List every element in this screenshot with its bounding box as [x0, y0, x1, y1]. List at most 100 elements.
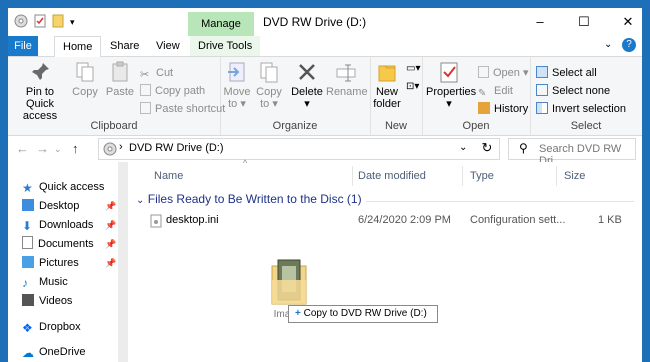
copy-icon [76, 62, 94, 82]
table-row[interactable]: desktop.ini 6/24/2020 2:09 PM Configurat… [150, 212, 640, 230]
nav-label: Downloads [39, 219, 94, 231]
forward-arrow-icon[interactable]: → [36, 141, 49, 156]
file-size: 1 KB [598, 214, 622, 226]
paste-shortcut-button[interactable]: Paste shortcut [140, 101, 225, 117]
select-all-button[interactable]: Select all [536, 65, 597, 81]
drive-icon [103, 142, 117, 156]
collapse-ribbon-icon[interactable]: ⌄ [604, 39, 612, 50]
column-header-date-modified[interactable]: Date modified [358, 164, 426, 188]
file-name: desktop.ini [166, 214, 219, 226]
file-list: ^ Name Date modified Type Size ⌄ Files R… [128, 158, 642, 362]
new-item-icon[interactable]: ▭▾ [406, 63, 420, 74]
pin-icon: 📌 [105, 201, 117, 211]
paste-button[interactable]: Paste [102, 61, 138, 98]
tab-view[interactable]: View [148, 36, 188, 56]
pin-icon: 📌 [105, 239, 117, 249]
nav-item-onedrive[interactable]: ☁ OneDrive [22, 343, 85, 361]
documents-icon [22, 236, 33, 249]
properties-qat-icon[interactable] [34, 14, 46, 31]
nav-item-videos[interactable]: Videos [22, 292, 72, 310]
address-bar[interactable]: › DVD RW Drive (D:) ⌄ [98, 138, 500, 160]
search-input[interactable]: ⚲ Search DVD RW Dri... [508, 138, 636, 167]
column-header-name[interactable]: Name [154, 164, 183, 188]
copy-path-icon [140, 84, 151, 96]
paste-shortcut-label: Paste shortcut [155, 103, 226, 115]
edit-icon: ✎ [478, 88, 487, 99]
manage-tab[interactable]: Manage [188, 12, 254, 36]
pin-icon [32, 63, 49, 80]
help-icon[interactable]: ? [622, 38, 636, 52]
properties-button[interactable]: Properties ▾ [426, 61, 476, 110]
column-header-type[interactable]: Type [470, 164, 494, 188]
breadcrumb-chevron-icon[interactable]: › [119, 141, 123, 153]
copy-button[interactable]: Copy [68, 61, 102, 98]
tab-share[interactable]: Share [102, 36, 147, 56]
open-icon [478, 66, 489, 78]
nav-item-music[interactable]: ♪ Music [22, 273, 68, 291]
delete-button[interactable]: Delete ▾ [290, 61, 324, 110]
nav-item-desktop[interactable]: Desktop [22, 197, 79, 215]
copy-path-button[interactable]: Copy path [140, 83, 205, 99]
select-none-button[interactable]: Select none [536, 83, 610, 99]
nav-label: Videos [39, 295, 73, 307]
nav-item-quick-access[interactable]: ★ Quick access [22, 178, 104, 196]
refresh-icon[interactable]: ↻ [477, 138, 497, 158]
properties-label: Properties [426, 86, 477, 98]
breadcrumb[interactable]: DVD RW Drive (D:) [129, 142, 224, 154]
invert-selection-button[interactable]: Invert selection [536, 101, 626, 117]
recent-locations-icon[interactable]: ⌄ [54, 144, 62, 155]
nav-item-downloads[interactable]: ⬇ Downloads [22, 216, 93, 234]
tab-drive-tools[interactable]: Drive Tools [190, 36, 261, 56]
history-button[interactable]: History [478, 101, 528, 117]
invert-selection-icon [536, 102, 548, 114]
pin-icon: 📌 [105, 258, 117, 268]
column-divider[interactable] [462, 166, 463, 186]
sort-ascending-icon: ^ [243, 158, 248, 168]
new-folder-icon [378, 65, 396, 82]
explorer-window: ▾ Manage DVD RW Drive (D:) – ☐ ✕ File Ho… [8, 8, 642, 362]
tab-home[interactable]: Home [54, 36, 102, 58]
new-folder-button[interactable]: New folder [372, 61, 402, 110]
new-folder-qat-icon[interactable] [52, 14, 64, 31]
copy-to-button[interactable]: Copy to ▾ [254, 61, 284, 110]
move-to-label-1: Move [223, 86, 251, 98]
maximize-button[interactable]: ☐ [562, 8, 606, 36]
ribbon: Pin to Quick access Copy Paste ✂ Cut Copy… [8, 57, 642, 136]
star-icon: ★ [22, 181, 33, 195]
up-arrow-icon[interactable]: ↑ [72, 141, 79, 156]
edit-button[interactable]: ✎ Edit [478, 83, 513, 99]
paste-shortcut-icon [140, 102, 151, 114]
copy-to-label-1: Copy [256, 86, 282, 98]
address-dropdown-icon[interactable]: ⌄ [459, 142, 467, 153]
close-button[interactable]: ✕ [606, 8, 642, 36]
collapse-group-icon[interactable]: ⌄ [136, 195, 144, 206]
nav-item-documents[interactable]: Documents [22, 235, 94, 253]
open-button[interactable]: Open ▾ [478, 65, 529, 81]
move-to-button[interactable]: Move to ▾ [222, 61, 252, 110]
file-settings-icon [150, 214, 162, 231]
easy-access-icon[interactable]: ⊡▾ [406, 81, 419, 92]
cut-button[interactable]: ✂ Cut [140, 65, 173, 81]
nav-item-pictures[interactable]: Pictures [22, 254, 79, 272]
rename-button[interactable]: Rename [326, 61, 368, 98]
nav-item-dropbox[interactable]: ❖ Dropbox [22, 318, 81, 336]
delete-label: Delete [291, 86, 323, 98]
column-header-size[interactable]: Size [564, 164, 585, 188]
properties-icon [440, 62, 458, 83]
history-icon [478, 102, 490, 114]
music-icon: ♪ [22, 276, 28, 290]
pin-label-1: Pin to Quick [25, 86, 55, 110]
paste-icon [112, 61, 128, 82]
back-arrow-icon[interactable]: ← [16, 141, 29, 156]
nav-pane-scrollbar[interactable] [118, 162, 128, 362]
minimize-button[interactable]: – [518, 8, 562, 36]
column-divider[interactable] [556, 166, 557, 186]
qat-dropdown-icon[interactable]: ▾ [70, 17, 75, 28]
paste-label: Paste [105, 86, 135, 98]
new-group-label: New [384, 120, 407, 132]
tab-file[interactable]: File [8, 36, 38, 56]
pin-to-quick-access-button[interactable]: Pin to Quick access [12, 61, 68, 122]
copy-to-label-2: to [260, 98, 270, 110]
column-divider[interactable] [352, 166, 353, 186]
nav-label: Desktop [39, 200, 80, 212]
